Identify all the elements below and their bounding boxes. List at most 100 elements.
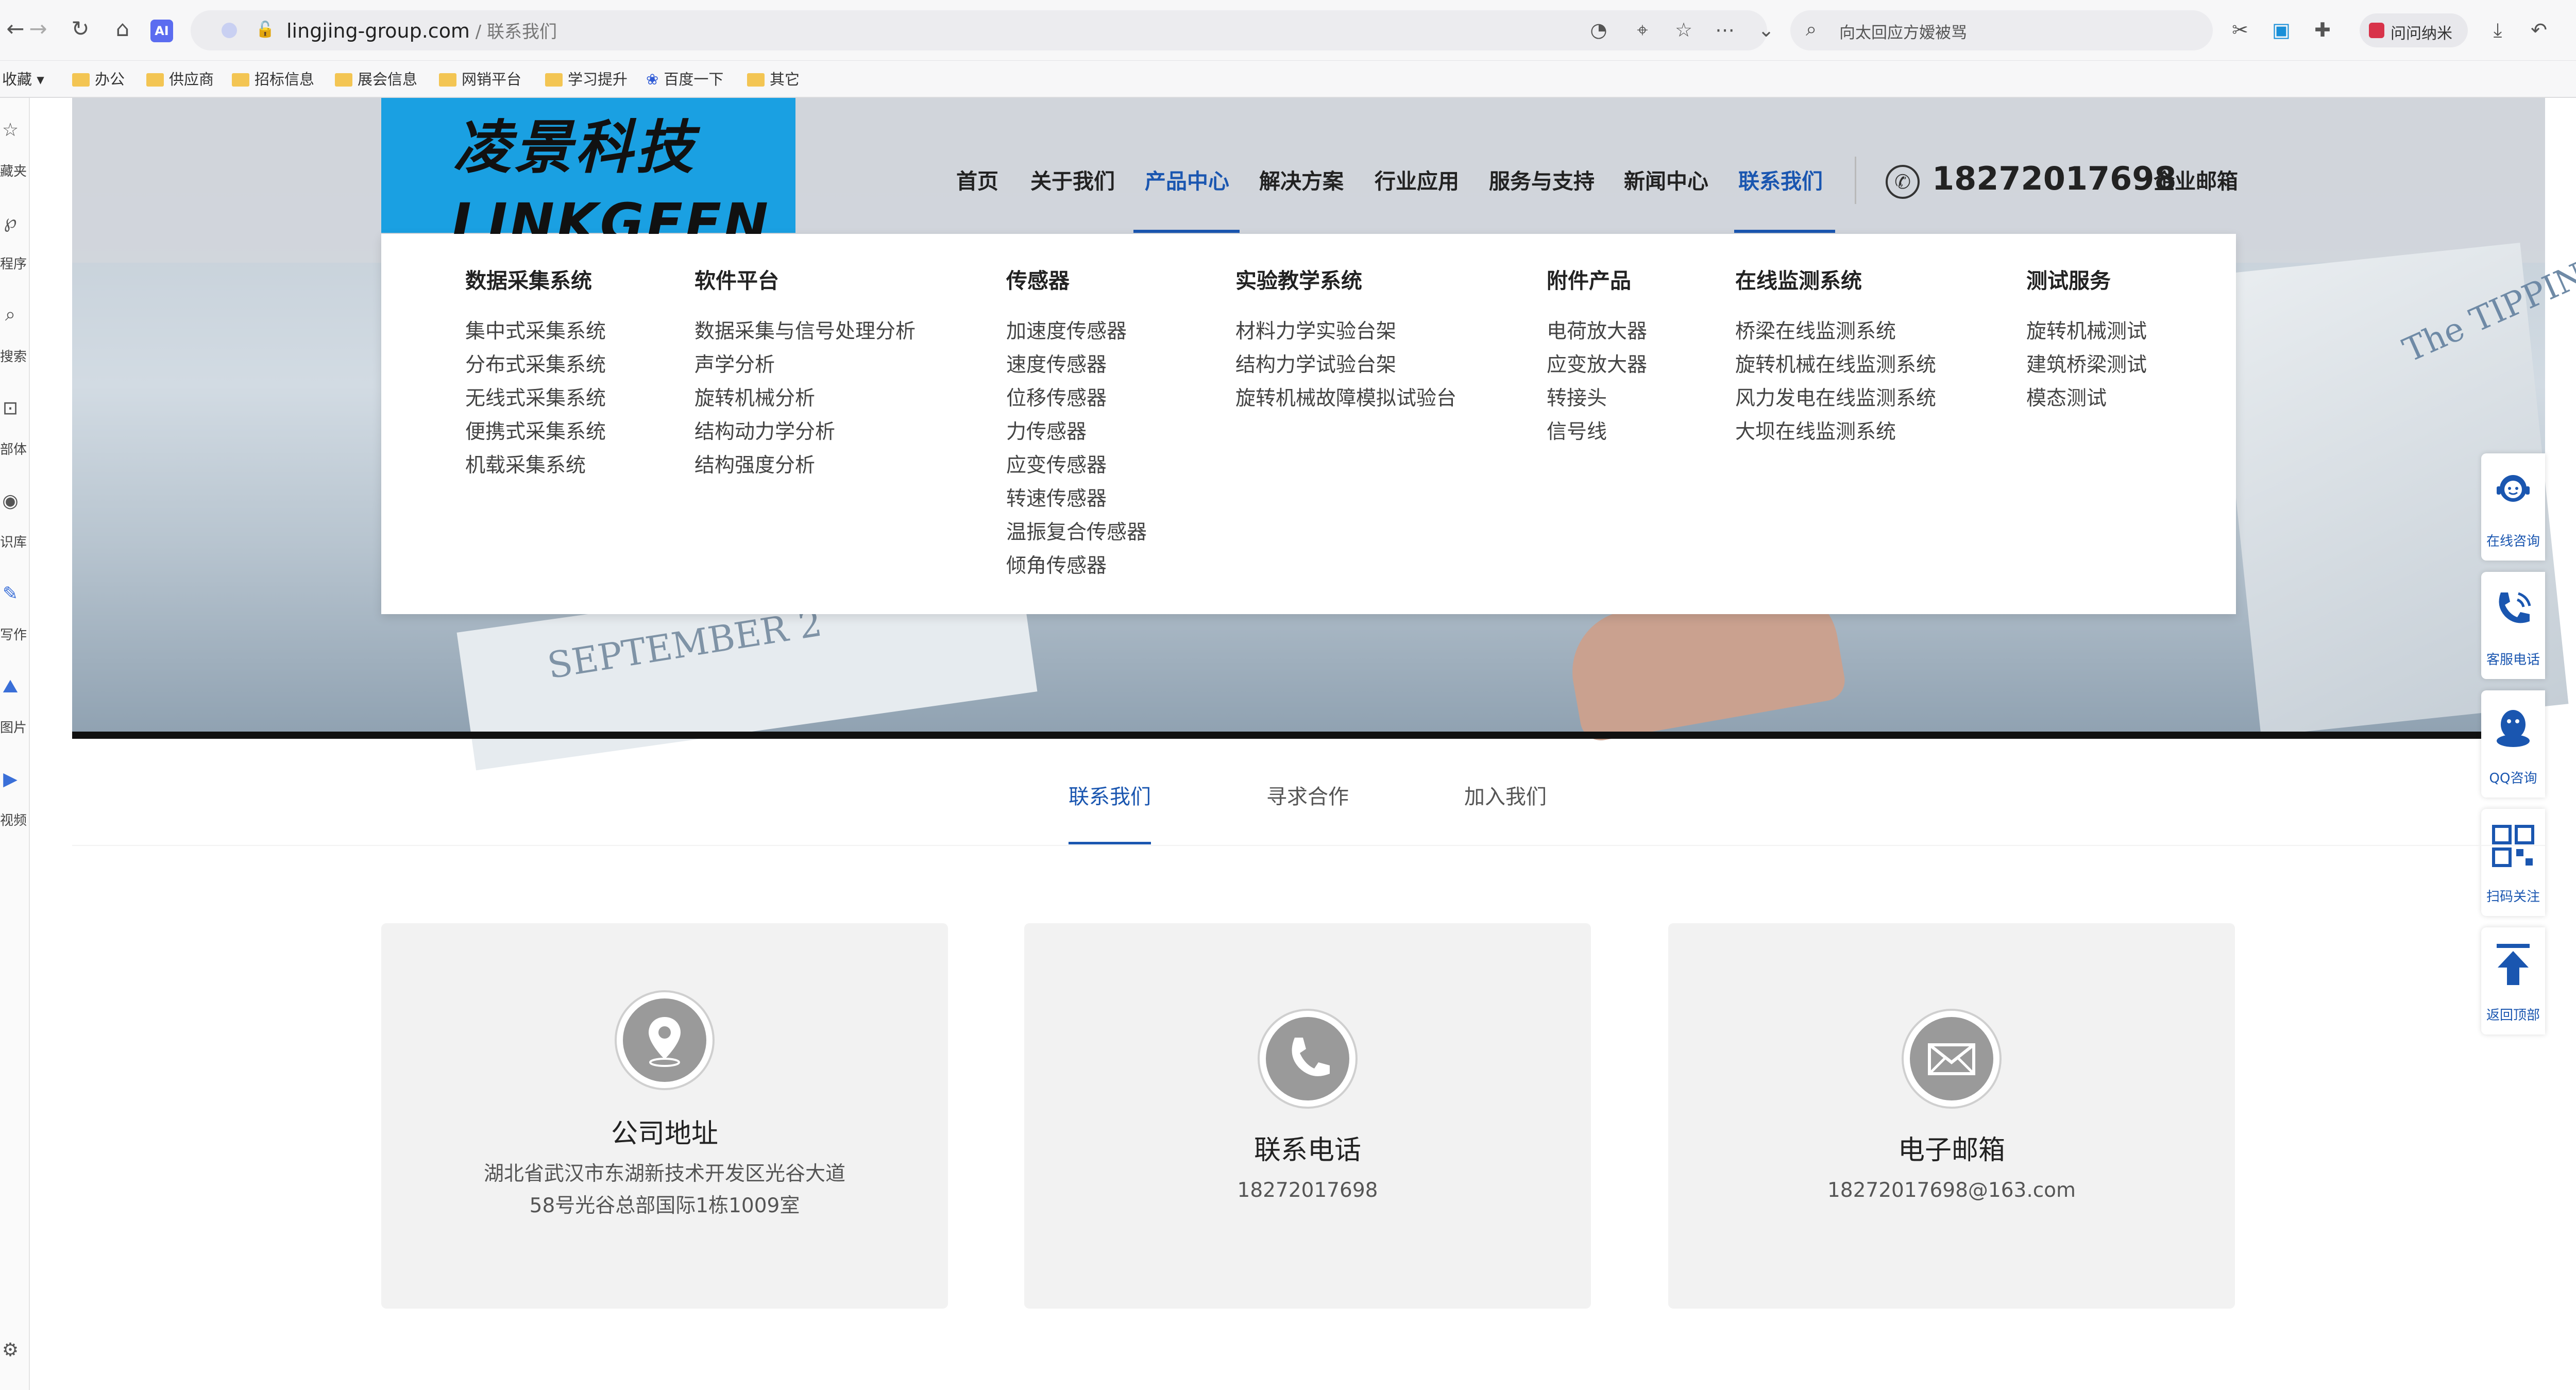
speed-gauge-icon[interactable]: ◔ bbox=[1584, 15, 1613, 44]
menu-item[interactable]: 信号线 bbox=[1547, 419, 1647, 452]
menu-item[interactable]: 应变传感器 bbox=[1006, 452, 1147, 486]
bookmark-folder-bidding[interactable]: 招标信息 bbox=[232, 66, 314, 93]
menu-item[interactable]: 温振复合传感器 bbox=[1006, 519, 1147, 553]
menu-item[interactable]: 模态测试 bbox=[2026, 385, 2147, 419]
menu-item[interactable]: 集中式采集系统 bbox=[465, 318, 606, 352]
menu-item[interactable]: 结构强度分析 bbox=[694, 452, 916, 486]
knowledge-base-icon[interactable]: ◉ bbox=[0, 490, 21, 512]
menu-column-heading[interactable]: 在线监测系统 bbox=[1735, 268, 1936, 300]
nav-contact[interactable]: 联系我们 bbox=[1738, 164, 1823, 195]
menu-item[interactable]: 旋转机械故障模拟试验台 bbox=[1235, 385, 1456, 419]
float-qq[interactable]: QQ咨询 bbox=[2481, 690, 2545, 798]
menu-column-sensors: 传感器 加速度传感器 速度传感器 位移传感器 力传感器 应变传感器 转速传感器 … bbox=[1006, 268, 1147, 586]
ai-assistant-icon[interactable]: AI bbox=[150, 20, 173, 42]
menu-item[interactable]: 加速度传感器 bbox=[1006, 318, 1147, 352]
tab-cooperation[interactable]: 寻求合作 bbox=[1266, 780, 1349, 810]
nav-products[interactable]: 产品中心 bbox=[1145, 164, 1229, 195]
sidebar-search-icon[interactable]: ⌕ bbox=[0, 304, 21, 326]
menu-item[interactable]: 力传感器 bbox=[1006, 419, 1147, 452]
menu-item[interactable]: 转速传感器 bbox=[1006, 486, 1147, 519]
write-pen-icon[interactable]: ✎ bbox=[0, 583, 21, 604]
bookmark-folder-office[interactable]: 办公 bbox=[72, 66, 125, 93]
search-input[interactable]: 向太回应方嫒被骂 bbox=[1839, 20, 1967, 43]
nav-industry[interactable]: 行业应用 bbox=[1375, 164, 1459, 195]
menu-item[interactable]: 分布式采集系统 bbox=[465, 352, 606, 385]
sidebar-media-icon[interactable]: ⊡ bbox=[0, 398, 21, 419]
bookmark-star-icon[interactable]: ☆ bbox=[1669, 15, 1698, 44]
menu-item[interactable]: 声学分析 bbox=[694, 352, 916, 385]
chevron-down-icon[interactable]: ⌄ bbox=[1752, 15, 1781, 44]
float-label: QQ咨询 bbox=[2489, 771, 2537, 786]
menu-item[interactable]: 建筑桥梁测试 bbox=[2026, 352, 2147, 385]
nav-products-underline bbox=[1133, 230, 1240, 233]
bookmark-folder-exhibition[interactable]: 展会信息 bbox=[335, 66, 417, 93]
reload-icon[interactable]: ↻ bbox=[65, 13, 96, 44]
menu-item[interactable]: 倾角传感器 bbox=[1006, 553, 1147, 586]
menu-item[interactable]: 数据采集与信号处理分析 bbox=[694, 318, 916, 352]
bookmark-folder-learning[interactable]: 学习提升 bbox=[545, 66, 628, 93]
menu-item[interactable]: 机载采集系统 bbox=[465, 452, 606, 486]
browser-left-sidebar bbox=[0, 98, 30, 1390]
image-icon[interactable]: ⛰ bbox=[0, 676, 21, 698]
tab-join-us[interactable]: 加入我们 bbox=[1464, 780, 1547, 810]
bookmark-folder-suppliers[interactable]: 供应商 bbox=[146, 66, 214, 93]
menu-item[interactable]: 位移传感器 bbox=[1006, 385, 1147, 419]
menu-column-heading[interactable]: 测试服务 bbox=[2026, 268, 2147, 300]
menu-item[interactable]: 大坝在线监测系统 bbox=[1735, 419, 1936, 452]
qr-code-icon bbox=[2492, 825, 2534, 867]
menu-column-heading[interactable]: 传感器 bbox=[1006, 268, 1147, 300]
float-online-consult[interactable]: 在线咨询 bbox=[2481, 453, 2545, 561]
menu-column-heading[interactable]: 实验教学系统 bbox=[1235, 268, 1456, 300]
bookmark-favorites[interactable]: 收藏 ▾ bbox=[2, 66, 44, 93]
menu-item[interactable]: 桥梁在线监测系统 bbox=[1735, 318, 1936, 352]
menu-column-heading[interactable]: 软件平台 bbox=[694, 268, 916, 300]
menu-item[interactable]: 便携式采集系统 bbox=[465, 419, 606, 452]
nav-support[interactable]: 服务与支持 bbox=[1489, 164, 1595, 195]
menu-item[interactable]: 旋转机械分析 bbox=[694, 385, 916, 419]
extensions-puzzle-icon[interactable]: ✚ bbox=[2308, 15, 2337, 44]
mini-program-icon[interactable]: ℘ bbox=[0, 211, 21, 232]
bookmark-folder-other[interactable]: 其它 bbox=[747, 66, 800, 93]
menu-column-heading[interactable]: 附件产品 bbox=[1547, 268, 1647, 300]
menu-item[interactable]: 旋转机械在线监测系统 bbox=[1735, 352, 1936, 385]
menu-item[interactable]: 旋转机械测试 bbox=[2026, 318, 2147, 352]
menu-column-heading[interactable]: 数据采集系统 bbox=[465, 268, 606, 300]
scissors-icon[interactable]: ✂ bbox=[2226, 15, 2255, 44]
nav-home[interactable]: 首页 bbox=[956, 164, 998, 195]
more-dots-icon[interactable]: ⋯ bbox=[1710, 15, 1739, 44]
menu-item[interactable]: 速度传感器 bbox=[1006, 352, 1147, 385]
menu-item[interactable]: 转接头 bbox=[1547, 385, 1647, 419]
bookmark-folder-marketing[interactable]: 网销平台 bbox=[439, 66, 521, 93]
menu-item[interactable]: 风力发电在线监测系统 bbox=[1735, 385, 1936, 419]
undo-icon[interactable]: ↶ bbox=[2524, 15, 2553, 44]
nav-news[interactable]: 新闻中心 bbox=[1624, 164, 1708, 195]
insecure-lock-icon[interactable]: 🔓 bbox=[256, 21, 275, 39]
menu-item[interactable]: 结构动力学分析 bbox=[694, 419, 916, 452]
menu-item[interactable]: 无线式采集系统 bbox=[465, 385, 606, 419]
sidebar-label-knowledge: 识库 bbox=[0, 535, 27, 550]
translate-icon[interactable]: ▣ bbox=[2267, 15, 2296, 44]
location-pin-icon[interactable]: ⌖ bbox=[1628, 15, 1657, 44]
download-icon[interactable]: ⤓ bbox=[2483, 15, 2512, 44]
sidebar-label-favorites: 藏夹 bbox=[0, 164, 27, 179]
settings-gear-icon[interactable]: ⚙ bbox=[0, 1340, 21, 1361]
forward-icon[interactable]: → bbox=[23, 13, 54, 44]
video-icon[interactable]: ▶ bbox=[0, 769, 21, 790]
menu-item[interactable]: 材料力学实验台架 bbox=[1235, 318, 1456, 352]
tab-contact-us[interactable]: 联系我们 bbox=[1069, 780, 1151, 810]
home-icon[interactable]: ⌂ bbox=[107, 13, 138, 44]
menu-item[interactable]: 结构力学试验台架 bbox=[1235, 352, 1456, 385]
float-back-to-top[interactable]: 返回顶部 bbox=[2481, 927, 2545, 1035]
nav-solutions[interactable]: 解决方案 bbox=[1259, 164, 1344, 195]
menu-item[interactable]: 电荷放大器 bbox=[1547, 318, 1647, 352]
favorites-star-icon[interactable]: ☆ bbox=[0, 120, 21, 141]
url-text[interactable]: lingjing-group.com / 联系我们 bbox=[286, 18, 557, 43]
folder-icon bbox=[232, 73, 249, 87]
site-identity-icon[interactable] bbox=[222, 23, 237, 38]
nav-enterprise-mail[interactable]: 企业邮箱 bbox=[2154, 164, 2238, 195]
menu-item[interactable]: 应变放大器 bbox=[1547, 352, 1647, 385]
bookmark-baidu[interactable]: ❀ 百度一下 bbox=[646, 66, 723, 93]
nav-about[interactable]: 关于我们 bbox=[1030, 164, 1115, 195]
float-qr-follow[interactable]: 扫码关注 bbox=[2481, 809, 2545, 916]
float-phone[interactable]: 客服电话 bbox=[2481, 572, 2545, 679]
